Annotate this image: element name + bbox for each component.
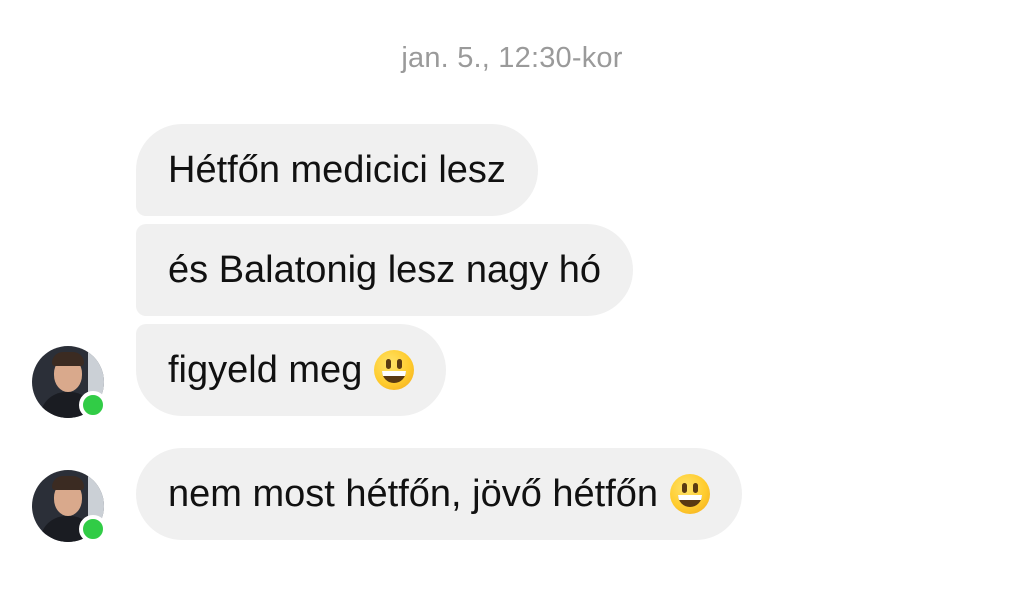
message-bubble[interactable]: figyeld meg	[136, 324, 447, 416]
message-bubble[interactable]: és Balatonig lesz nagy hó	[136, 224, 634, 316]
grinning-face-emoji-icon	[670, 474, 711, 514]
message-text: figyeld meg	[168, 348, 363, 391]
message-text: nem most hétfőn, jövő hétfőn	[168, 472, 659, 515]
message-bubble[interactable]: Hétfőn medicici lesz	[136, 124, 538, 216]
message-text: Hétfőn medicici lesz	[168, 148, 506, 191]
online-status-indicator	[79, 391, 107, 419]
message-timestamp: jan. 5., 12:30-kor	[401, 42, 623, 74]
message-text: és Balatonig lesz nagy hó	[168, 248, 602, 291]
message-bubble[interactable]: nem most hétfőn, jövő hétfőn	[136, 448, 743, 540]
online-status-indicator	[79, 515, 107, 543]
grinning-face-emoji-icon	[374, 350, 415, 390]
